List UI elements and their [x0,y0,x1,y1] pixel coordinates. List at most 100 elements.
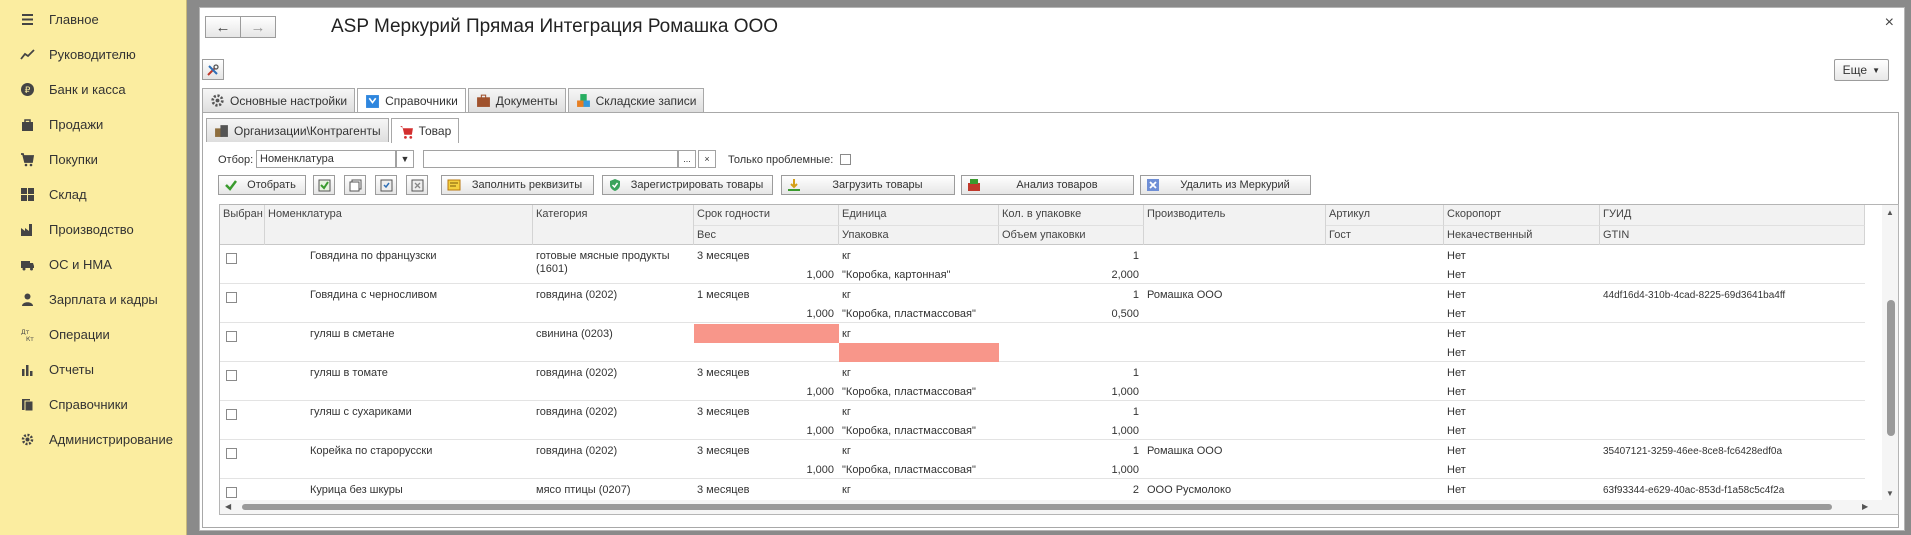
check-all-button[interactable] [313,175,335,195]
subtab-1[interactable]: Товар [390,118,460,143]
sidebar-item-7[interactable]: ОС и НМА [0,247,186,282]
vertical-scroll-thumb[interactable] [1887,300,1895,436]
select-value-button[interactable]: ... [678,150,696,168]
pack-qty-cell: 1 [1132,289,1139,301]
horizontal-scrollbar[interactable]: ◀ ▶ [220,500,1882,514]
unmark-selected-button[interactable] [406,175,428,195]
missing-package-warning [839,343,999,362]
unit-cell: кг [842,289,851,301]
filter-dropdown-button[interactable]: ▼ [396,150,414,168]
row-select-checkbox[interactable] [226,448,237,459]
sidebar-item-1[interactable]: Руководителю [0,37,186,72]
register-goods-button[interactable]: Зарегистрировать товары [602,175,773,195]
scroll-down-icon[interactable]: ▼ [1886,489,1894,498]
col-guid[interactable]: ГУИД [1600,205,1865,225]
scroll-left-icon[interactable]: ◀ [225,502,231,511]
col-perishable[interactable]: Скоропорт [1444,205,1600,225]
pack-qty-cell: 1 [1132,445,1139,457]
subtab-0[interactable]: Организации\Контрагенты [206,118,389,142]
row-select-checkbox[interactable] [226,331,237,342]
col-gtin[interactable]: GTIN [1600,225,1865,245]
svg-text:Дт: Дт [21,329,30,336]
dt-kt-icon: Дт Кт [19,327,35,343]
only-problem-checkbox[interactable] [840,154,851,165]
sidebar-item-9[interactable]: Дт Кт Операции [0,317,186,352]
row-select-checkbox[interactable] [226,253,237,264]
sidebar-item-12[interactable]: Администрирование [0,422,186,457]
forward-button[interactable]: → [240,16,276,38]
vertical-scrollbar[interactable]: ▲ ▼ [1882,205,1898,514]
defective-cell: Нет [1447,464,1466,476]
col-pack-volume[interactable]: Объем упаковки [999,225,1144,245]
uncheck-all-button[interactable] [344,175,366,195]
table-row[interactable]: гуляш с сухариками говядина (0202) 3 месяц… [220,402,1865,440]
settings-tool-button[interactable] [202,59,224,80]
table-row[interactable]: Корейка по старорусски говядина (0202) 3 м… [220,441,1865,479]
tab-1[interactable]: Справочники [357,88,466,113]
col-unit[interactable]: Единица [839,205,999,225]
chevron-down-icon: ▼ [1872,65,1880,75]
sidebar-item-8[interactable]: Зарплата и кадры [0,282,186,317]
ellipsis-icon: ... [683,154,691,164]
sidebar-item-0[interactable]: Главное [0,2,186,37]
category-cell: говядина (0202) [536,406,618,418]
row-select-checkbox[interactable] [226,409,237,420]
col-category[interactable]: Категория [533,205,694,245]
col-manufacturer[interactable]: Производитель [1144,205,1326,245]
table-row[interactable]: гуляш в томате говядина (0202) 3 месяцев 1,… [220,363,1865,401]
more-button[interactable]: Еще ▼ [1833,59,1889,81]
tab-label: Складские записи [595,93,697,108]
category-cell: мясо птицы (0207) [536,484,631,496]
table-row[interactable]: Говядина по французски готовые мясные про… [220,246,1865,284]
table-row[interactable]: Говядина с черносливом говядина (0202) 1 м… [220,285,1865,323]
sidebar-item-11[interactable]: Справочники [0,387,186,422]
col-gost[interactable]: Гост [1326,225,1444,245]
select-button[interactable]: Отобрать [218,175,306,195]
tab-label: Организации\Контрагенты [234,123,381,138]
sidebar-item-4[interactable]: Покупки [0,142,186,177]
sidebar-item-3[interactable]: Продажи [0,107,186,142]
sidebar-item-2[interactable]: ₽ Банк и касса [0,72,186,107]
col-selected[interactable]: Выбран [220,205,265,245]
perishable-cell: Нет [1447,406,1466,418]
col-defective[interactable]: Некачественный [1444,225,1600,245]
col-pack-qty[interactable]: Кол. в упаковке [999,205,1144,225]
load-goods-label: Загрузить товары [832,179,923,191]
scroll-up-icon[interactable]: ▲ [1886,208,1894,217]
sidebar-item-10[interactable]: Отчеты [0,352,186,387]
load-goods-button[interactable]: Загрузить товары [781,175,955,195]
filter-field-select[interactable]: Номенклатура [256,150,396,168]
analyze-goods-button[interactable]: Анализ товаров [961,175,1134,195]
missing-shelf-life-warning [694,324,839,343]
close-button[interactable]: × [1885,14,1894,32]
tab-0[interactable]: Основные настройки [202,88,356,112]
fill-details-button[interactable]: Заполнить реквизиты [441,175,594,195]
shield-icon [610,179,620,191]
sidebar-item-6[interactable]: Производство [0,212,186,247]
scroll-right-icon[interactable]: ▶ [1862,502,1868,511]
table-row[interactable]: гуляш в сметане свинина (0203) кг Нет Нет [220,324,1865,362]
row-select-checkbox[interactable] [226,292,237,303]
col-article[interactable]: Артикул [1326,205,1444,225]
manufacturer-cell: Ромашка ООО [1147,289,1223,301]
filter-value-input[interactable] [423,150,678,168]
tab-3[interactable]: Складские записи [567,88,705,112]
col-nomenclature[interactable]: Номенклатура [265,205,533,245]
clear-filter-button[interactable]: × [698,150,716,168]
row-select-checkbox[interactable] [226,370,237,381]
sidebar-item-label: ОС и НМА [49,257,112,272]
horizontal-scroll-thumb[interactable] [242,504,1832,510]
col-package[interactable]: Упаковка [839,225,999,245]
col-weight[interactable]: Вес [694,225,839,245]
col-shelf-life[interactable]: Срок годности [694,205,839,225]
mark-selected-button[interactable] [375,175,397,195]
menu-icon [19,12,35,28]
sidebar-item-5[interactable]: Склад [0,177,186,212]
delete-from-mercury-button[interactable]: Удалить из Меркурий [1140,175,1311,195]
tab-2[interactable]: Документы [467,88,566,112]
only-problem-label: Только проблемные: [728,154,834,166]
package-cell: "Коробка, пластмассовая" [842,308,976,320]
row-select-checkbox[interactable] [226,487,237,498]
delete-from-mercury-label: Удалить из Меркурий [1180,179,1290,191]
back-button[interactable]: ← [205,16,241,38]
